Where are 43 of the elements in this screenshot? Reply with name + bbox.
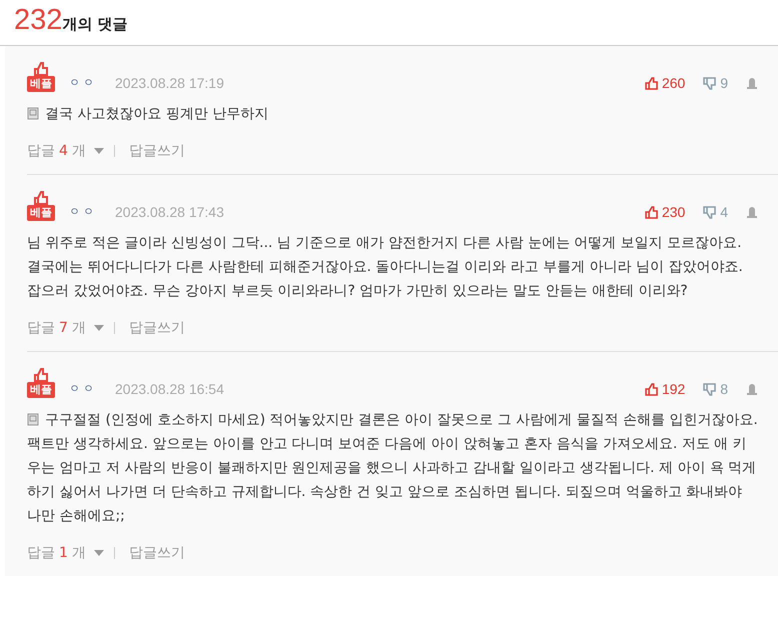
comment-text: 님 위주로 적은 글이라 신빙성이 그닥... 님 기준으로 애가 얌전한거지 다른 사람 눈에는 어떻게 보일지 모르잖아요. 결국에는 뛰어다니다가 다른 사람한테 피해준거잖아요. 돌아다니는걸 이리와 라고 부를게 아니라 님이 잡았어야죠. 잡으러 갔었어야죠. 무슨 강아지 부르듯 이리와라니? 엄마가 가만히 있으라는 말도 안듣는 애한테 이리와? xyxy=(27,234,744,301)
best-comment-badge: 베플 xyxy=(27,205,55,221)
author-name: ㅇㅇ xyxy=(69,204,97,220)
report-icon[interactable] xyxy=(746,78,758,92)
best-comment-badge: 베플 xyxy=(27,382,55,398)
thumbs-up-icon xyxy=(644,206,658,218)
best-comment-badge: 베플 xyxy=(27,76,55,92)
comment-date: 2023.08.28 17:19 xyxy=(115,75,224,92)
replies-toggle[interactable]: 답글 7 개 xyxy=(27,319,104,337)
thumbs-up-icon xyxy=(33,191,49,205)
replies-toggle[interactable]: 답글 4 개 xyxy=(27,142,104,160)
comment-count-label: 개의 댓글 xyxy=(62,15,128,34)
caret-icon xyxy=(94,550,104,556)
thumbs-up-icon xyxy=(33,368,49,382)
memo-icon xyxy=(27,413,39,426)
comment-text: 결국 사고쳤잖아요 핑계만 난무하지 xyxy=(27,102,758,126)
replies-toggle[interactable]: 답글 1 개 xyxy=(27,544,104,562)
thumbs-up-icon xyxy=(644,382,658,396)
report-icon[interactable] xyxy=(746,384,758,398)
report-icon[interactable] xyxy=(746,207,758,221)
write-reply-button[interactable]: 답글쓰기 xyxy=(128,142,185,160)
author-name: ㅇㅇ xyxy=(69,381,97,397)
dislike-button[interactable]: 4 xyxy=(703,204,728,221)
comment-count: 232 xyxy=(14,3,62,38)
memo-icon xyxy=(27,107,39,120)
like-button[interactable]: 230 xyxy=(644,204,686,221)
thumbs-down-icon xyxy=(703,206,716,218)
thumbs-down-icon xyxy=(703,76,716,90)
write-reply-button[interactable]: 답글쓰기 xyxy=(128,319,185,337)
like-button[interactable]: 260 xyxy=(644,75,686,92)
thumbs-down-icon xyxy=(703,382,716,396)
comment-date: 2023.08.28 17:43 xyxy=(115,204,224,221)
thumbs-up-icon xyxy=(644,76,658,90)
comment-text: 구구절절 (인정에 호소하지 마세요) 적어놓았지만 결론은 아이 잘못으로 그 사람에게 물질적 손해를 입힌거잖아요. 팩트만 생각하세요. 앞으로는 아이를 안고 다니며 보여준 다음에 아이 앉혀놓고 혼자 음식을 가져오세요. 저도 애 키우는 엄마고 저 사람의 반응이 불쾌하지만 원인제공을 했으니 사과하고 감내할 일이라고 생각됩니다. 제 아이 욕 먹게 하기 싫어서 나가면 더 단속하고 규제합니다. 속상한 건 잊고 앞으로 조심하면 됩니다. 되짚으며 억울하고 화내봐야 나만 손해에요;; xyxy=(27,411,758,526)
like-button[interactable]: 192 xyxy=(644,381,686,398)
caret-icon xyxy=(94,325,104,331)
dislike-button[interactable]: 9 xyxy=(703,75,728,92)
author-name: ㅇㅇ xyxy=(69,75,97,91)
dislike-button[interactable]: 8 xyxy=(703,381,728,398)
caret-icon xyxy=(94,148,104,154)
write-reply-button[interactable]: 답글쓰기 xyxy=(128,544,185,562)
thumbs-up-icon xyxy=(33,62,49,76)
comment-date: 2023.08.28 16:54 xyxy=(115,381,224,398)
